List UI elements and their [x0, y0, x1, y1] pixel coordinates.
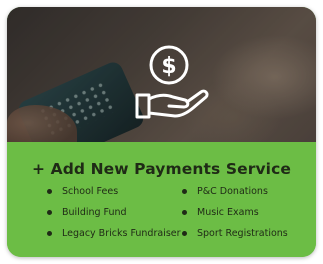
bullet-icon: [182, 189, 187, 194]
list-item: School Fees: [47, 185, 181, 206]
list-item-label: P&C Donations: [197, 186, 268, 197]
list-item: Music Exams: [182, 206, 288, 227]
service-list-right: P&C Donations Music Exams Sport Registra…: [182, 185, 288, 248]
list-item-label: Music Exams: [197, 207, 259, 218]
service-list-left: School Fees Building Fund Legacy Bricks …: [47, 185, 181, 248]
list-item: Building Fund: [47, 206, 181, 227]
add-payments-service-card[interactable]: $ + Add New Payments Service School Fees…: [7, 7, 316, 257]
list-item: P&C Donations: [182, 185, 288, 206]
list-item-label: School Fees: [62, 186, 119, 197]
list-item-label: Legacy Bricks Fundraiser: [62, 228, 181, 239]
card-title[interactable]: + Add New Payments Service: [7, 160, 316, 178]
list-item: Sport Registrations: [182, 227, 288, 248]
dollar-coin-in-hand-icon: $: [135, 45, 209, 119]
bullet-icon: [182, 210, 187, 215]
list-item-label: Sport Registrations: [197, 228, 288, 239]
list-item: Legacy Bricks Fundraiser: [47, 227, 181, 248]
bullet-icon: [47, 210, 52, 215]
bullet-icon: [182, 231, 187, 236]
svg-text:$: $: [161, 54, 176, 79]
list-item-label: Building Fund: [62, 207, 127, 218]
hero-photo: $: [7, 7, 316, 169]
bullet-icon: [47, 231, 52, 236]
bullet-icon: [47, 189, 52, 194]
